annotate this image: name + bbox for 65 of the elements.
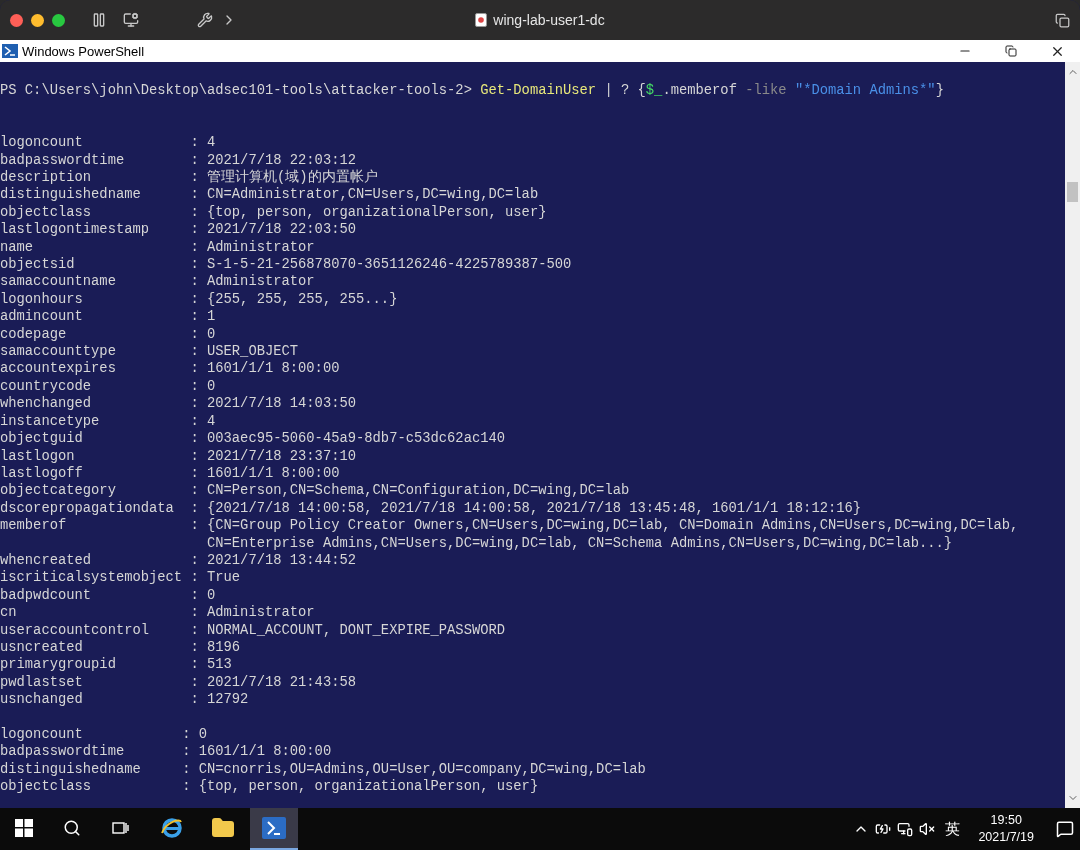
restore-icon [1005, 45, 1017, 57]
output-line: lastlogon : 2021/7/18 23:37:10 [0, 447, 357, 465]
output-line: instancetype : 4 [0, 412, 216, 431]
volume-muted-icon[interactable] [919, 821, 936, 837]
output-line: whencreated : 2021/7/18 13:44:52 [0, 551, 357, 570]
output-line: dscorepropagationdata : {2021/7/18 14:00:58, 2021/7/18 14:00:58, 2021/7/18 13:45:48, 1601/1/1 18:12:16} [0, 499, 862, 518]
zoom-button[interactable] [52, 13, 65, 27]
output-line: badpwdcount : 0 [0, 586, 216, 605]
output-line: countrycode : 0 [0, 377, 216, 396]
window-icon[interactable] [1055, 12, 1070, 28]
display-settings-icon[interactable] [123, 12, 139, 28]
output-line: name : Administrator [0, 238, 315, 257]
close-button[interactable] [10, 13, 23, 27]
output-line: whenchanged : 2021/7/18 14:03:50 [0, 395, 357, 413]
output-line: admincount : 1 [0, 308, 216, 326]
task-view-icon [111, 820, 129, 836]
output-line: objectsid : S-1-5-21-256878070-3651126246-4225789387-500 [0, 256, 572, 274]
output-line: useraccountcontrol : NORMAL_ACCOUNT, DONT_EXPIRE_PASSWORD [0, 621, 506, 639]
clock-time: 19:50 [990, 812, 1022, 829]
search-icon [63, 819, 81, 837]
output-line: cn : Administrator [0, 604, 315, 622]
output-line: objectguid : 003aec95-5060-45a9-8db7-c53dc62ac140 [0, 430, 506, 448]
clock-date: 2021/7/19 [978, 829, 1034, 846]
scrollbar-thumb[interactable] [1067, 182, 1078, 202]
output-line: iscriticalsystemobject : True [0, 569, 241, 587]
terminal-icon [262, 817, 286, 839]
input-method[interactable]: 英 [941, 819, 965, 839]
network-icon[interactable] [897, 821, 914, 837]
clock[interactable]: 19:50 2021/7/19 [970, 812, 1042, 846]
output-line: accountexpires : 1601/1/1 8:00:00 [0, 360, 340, 378]
folder-icon [211, 816, 235, 840]
output-line: distinguishedname : CN=cnorris,OU=Admins,OU=User,OU=company,DC=wing,DC=lab [0, 760, 646, 779]
output-line: pwdlastset : 2021/7/18 21:43:58 [0, 673, 357, 692]
pause-icon[interactable] [91, 12, 107, 28]
output-line: samaccounttype : USER_OBJECT [0, 343, 299, 361]
output-line: CN=Enterprise Admins,CN=Users,DC=wing,DC=lab, CN=Schema Admins,CN=Users,DC=wing,DC=lab...} [206, 534, 953, 552]
windows-logo-icon [15, 819, 33, 837]
output-line: objectclass : {top, person, organizationalPerson, user} [0, 203, 547, 222]
output-line: lastlogoff : 1601/1/1 8:00:00 [0, 464, 340, 483]
output-line: objectclass : {top, person, organizationalPerson, user} [0, 778, 539, 796]
document-icon [475, 13, 488, 27]
browser-icon [160, 816, 184, 840]
output-line: objectcategory : CN=Person,CN=Schema,CN=Configuration,DC=wing,DC=lab [0, 482, 630, 500]
output-line: primarygroupid : 513 [0, 656, 232, 674]
output-line: distinguishedname : CN=Administrator,CN=Users,DC=wing,DC=lab [0, 186, 539, 204]
output-line: description : 管理计算机(域)的内置帐户 [0, 169, 378, 187]
wrench-icon[interactable] [197, 12, 213, 28]
output-line: samaccountname : Administrator [0, 273, 315, 291]
output-line: memberof : {CN=Group Policy Creator Owners,CN=Users,DC=wing,DC=lab, CN=Domain Admins,CN=Users,DC=wing,DC=lab, [0, 517, 1019, 535]
output-line: lastlogontimestamp : 2021/7/18 22:03:50 [0, 221, 357, 239]
app-title: Windows PowerShell [22, 43, 146, 59]
output-line: codepage : 0 [0, 325, 216, 344]
command-line: PS C:\Users\john\Desktop\adsec101-tools\attacker-tools-2> Get-DomainUser | ? {$_.memberof -like "*Domain Admins*"} [0, 82, 944, 100]
taskbar-app[interactable] [250, 808, 298, 850]
output-line: logoncount : 4 [0, 134, 216, 152]
minimize-button[interactable] [31, 13, 44, 27]
output-line: badpasswordtime : 1601/1/1 8:00:00 [0, 743, 332, 761]
battery-icon[interactable] [875, 821, 892, 837]
output-line: logonhours : {255, 255, 255, 255...} [0, 290, 398, 309]
output-line: logoncount : 0 [0, 726, 207, 744]
output-line: usnchanged : 12792 [0, 691, 249, 709]
window-title: wing-lab-user1-dc [493, 12, 605, 28]
output-line: badpasswordtime : 2021/7/18 22:03:12 [0, 151, 357, 169]
notification-icon[interactable] [1056, 820, 1074, 838]
output-line: usncreated : 8196 [0, 639, 241, 657]
